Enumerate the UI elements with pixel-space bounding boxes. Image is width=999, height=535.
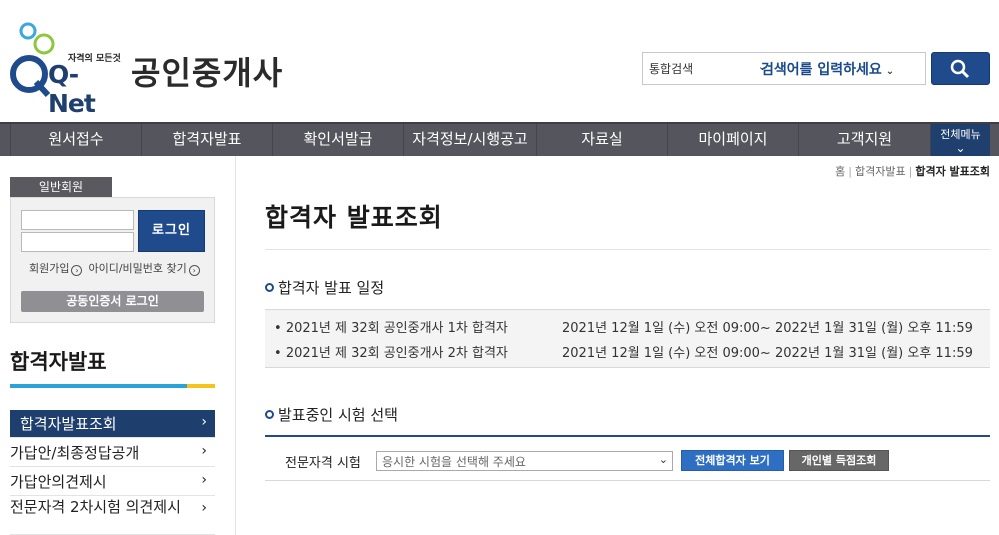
sidebar-item-label: 전문자격 2차시험 의견제시 bbox=[10, 498, 181, 516]
schedule-row: • 2021년 제 32회 공인중개사 2차 합격자 2021년 12월 1일 … bbox=[274, 342, 973, 361]
schedule-exam: • 2021년 제 32회 공인중개사 1차 합격자 bbox=[274, 321, 508, 336]
schedule-row: • 2021년 제 32회 공인중개사 1차 합격자 2021년 12월 1일 … bbox=[274, 317, 973, 336]
gnb-item-qualification-info[interactable]: 자격정보/시행공고 bbox=[403, 124, 536, 156]
sidebar-item-answers[interactable]: 가답안/최종정답공개 › bbox=[10, 439, 215, 467]
breadcrumb-home[interactable]: 홈 bbox=[835, 165, 845, 178]
chevron-right-icon: › bbox=[201, 472, 207, 488]
id-input[interactable] bbox=[21, 210, 134, 230]
schedule-exam: • 2021년 제 32회 공인중개사 2차 합격자 bbox=[274, 346, 508, 361]
divider bbox=[265, 249, 990, 250]
view-all-passers-button[interactable]: 전체합격자 보기 bbox=[681, 450, 784, 471]
all-menu-button[interactable]: 전체메뉴 ⌄ bbox=[930, 124, 990, 156]
chevron-right-icon: › bbox=[71, 265, 83, 276]
header: 자격의 모든것 Q-Net 공인중개사 통합검색 ⌄ 검색어를 입력하세요 ⌄ bbox=[0, 0, 999, 122]
bullet-circle-icon bbox=[265, 410, 274, 419]
schedule-table: • 2021년 제 32회 공인중개사 1차 합격자 2021년 12월 1일 … bbox=[265, 309, 990, 368]
gnb-item-apply[interactable]: 원서접수 bbox=[10, 124, 141, 156]
search-icon bbox=[950, 59, 970, 79]
chevron-right-icon: › bbox=[201, 414, 207, 430]
find-account-link[interactable]: 아이디/비밀번호 찾기 bbox=[88, 262, 186, 275]
search-placeholder: 검색어를 입력하세요 bbox=[761, 62, 882, 78]
gnb-item-results[interactable]: 합격자발표 bbox=[141, 124, 272, 156]
breadcrumb-current: 합격자 발표조회 bbox=[915, 165, 990, 178]
search-button[interactable] bbox=[931, 52, 990, 85]
sidebar-item-label: 가답안의견제시 bbox=[10, 473, 107, 491]
sidebar-title: 합격자발표 bbox=[10, 350, 107, 374]
chevron-down-icon: ⌄ bbox=[658, 453, 668, 466]
all-menu-label: 전체메뉴 bbox=[940, 128, 981, 141]
login-links: 회원가입 › 아이디/비밀번호 찾기 › bbox=[29, 260, 200, 276]
sidebar-item-second-exam-opinion[interactable]: 전문자격 2차시험 의견제시 › bbox=[10, 497, 215, 535]
sidebar-item-label: 가답안/최종정답공개 bbox=[10, 444, 140, 462]
bullet-circle-icon bbox=[265, 283, 274, 292]
global-nav: 원서접수 합격자발표 확인서발급 자격정보/시행공고 자료실 마이페이지 고객지… bbox=[0, 122, 999, 156]
score-lookup-button[interactable]: 개인별 득점조회 bbox=[789, 450, 889, 471]
schedule-period: 2021년 12월 1일 (수) 오전 09:00~ 2022년 1월 31일 … bbox=[562, 321, 973, 336]
page-title: 합격자 발표조회 bbox=[265, 203, 443, 232]
chevron-right-icon: › bbox=[201, 443, 207, 459]
sidebar: 일반회원 로그인 회원가입 › 아이디/비밀번호 찾기 › 공동인증서 로그인 합격자… bbox=[0, 156, 236, 535]
chevron-right-icon: › bbox=[188, 265, 200, 276]
chevron-down-icon: ⌄ bbox=[885, 66, 895, 77]
login-button[interactable]: 로그인 bbox=[138, 210, 205, 252]
exam-select[interactable]: 응시한 시험을 선택해 주세요 ⌄ bbox=[376, 451, 673, 471]
password-input[interactable] bbox=[21, 232, 134, 252]
sidebar-item-label: 합격자발표조회 bbox=[20, 415, 117, 433]
site-name: 공인중개사 bbox=[131, 54, 284, 92]
sidebar-item-results-lookup[interactable]: 합격자발표조회 › bbox=[10, 410, 215, 438]
search-input[interactable]: 검색어를 입력하세요 ⌄ bbox=[761, 59, 921, 79]
search-box: 통합검색 ⌄ 검색어를 입력하세요 ⌄ bbox=[642, 52, 926, 85]
chevron-down-icon: ⌄ bbox=[955, 141, 966, 155]
member-tab[interactable]: 일반회원 bbox=[10, 177, 112, 197]
select-section-title: 발표중인 시험 선택 bbox=[265, 404, 398, 425]
breadcrumb-results[interactable]: 합격자발표 bbox=[855, 165, 906, 178]
search-scope-select[interactable]: 통합검색 ⌄ bbox=[643, 53, 767, 84]
exam-select-label: 전문자격 시험 bbox=[285, 456, 361, 471]
login-box: 로그인 회원가입 › 아이디/비밀번호 찾기 › 공동인증서 로그인 bbox=[10, 197, 215, 323]
gnb-item-certificate[interactable]: 확인서발급 bbox=[272, 124, 403, 156]
select-title-text: 발표중인 시험 선택 bbox=[278, 406, 398, 424]
schedule-title-text: 합격자 발표 일정 bbox=[278, 279, 385, 297]
schedule-section-title: 합격자 발표 일정 bbox=[265, 277, 384, 298]
exam-select-area: 전문자격 시험 응시한 시험을 선택해 주세요 ⌄ 전체합격자 보기 개인별 득… bbox=[265, 435, 990, 481]
logo-text: Q-Net bbox=[48, 60, 96, 118]
exam-select-value: 응시한 시험을 선택해 주세요 bbox=[382, 455, 526, 469]
schedule-period: 2021년 12월 1일 (수) 오전 09:00~ 2022년 1월 31일 … bbox=[562, 346, 973, 361]
sidebar-item-answer-opinion[interactable]: 가답안의견제시 › bbox=[10, 468, 215, 496]
join-link[interactable]: 회원가입 bbox=[29, 262, 69, 275]
gnb-item-library[interactable]: 자료실 bbox=[536, 124, 667, 156]
gnb-item-support[interactable]: 고객지원 bbox=[798, 124, 930, 156]
main-content: 홈 | 합격자발표 | 합격자 발표조회 합격자 발표조회 합격자 발표 일정 • 20… bbox=[265, 156, 990, 535]
search-scope-label: 통합검색 bbox=[649, 62, 694, 76]
breadcrumb: 홈 | 합격자발표 | 합격자 발표조회 bbox=[835, 165, 990, 178]
qnet-logo[interactable]: 자격의 모든것 Q-Net bbox=[10, 22, 121, 118]
sidebar-title-underline bbox=[10, 384, 215, 388]
gnb-item-mypage[interactable]: 마이페이지 bbox=[667, 124, 798, 156]
chevron-right-icon: › bbox=[201, 500, 207, 516]
cert-login-button[interactable]: 공동인증서 로그인 bbox=[21, 291, 204, 312]
